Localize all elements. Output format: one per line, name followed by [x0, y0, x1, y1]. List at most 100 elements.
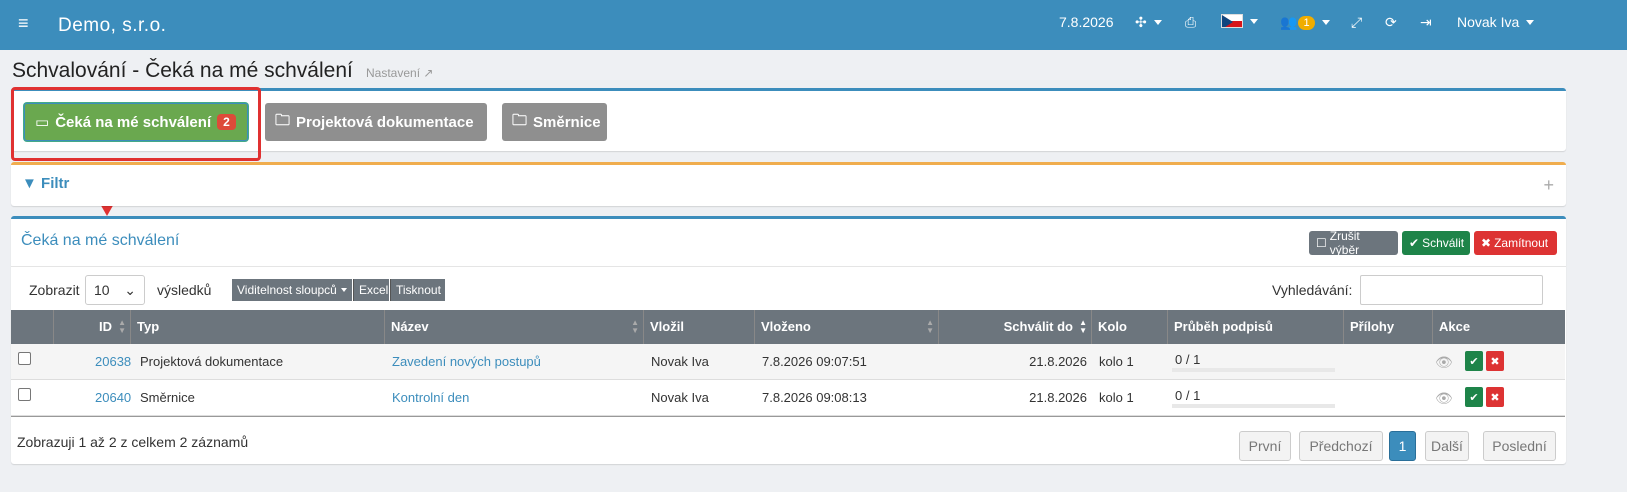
page-last-button[interactable]: Poslední	[1483, 431, 1556, 461]
row-author: Novak Iva	[651, 390, 709, 405]
users-dropdown[interactable]: 👥 1	[1280, 14, 1330, 31]
row-round: kolo 1	[1099, 354, 1134, 369]
approve-label: Schválit	[1422, 236, 1465, 250]
filter-label: Filtr	[41, 175, 70, 192]
reject-row-icon[interactable]: ✖	[1486, 351, 1504, 371]
row-checkbox[interactable]	[18, 352, 31, 365]
col-round[interactable]: Kolo	[1092, 310, 1168, 344]
row-progress-text: 0 / 1	[1175, 388, 1201, 403]
table-row: 20640 Směrnice Kontrolní den Novak Iva 7…	[11, 380, 1565, 416]
column-visibility-button[interactable]: Viditelnost sloupců	[232, 279, 352, 301]
search-input[interactable]	[1360, 275, 1543, 305]
page-next-button[interactable]: Další	[1425, 431, 1469, 461]
page-size-select[interactable]: 10 ⌄	[85, 275, 145, 305]
col-id[interactable]: ID ▲ ▼	[54, 310, 131, 344]
folder-icon: 🗀	[512, 111, 528, 129]
excel-button[interactable]: Excel	[353, 279, 389, 301]
col-id-label: ID	[99, 319, 112, 334]
reject-button[interactable]: ✖ Zamítnout	[1474, 231, 1557, 255]
page-prev-button[interactable]: Předchozí	[1299, 431, 1383, 461]
row-id[interactable]: 20640	[95, 390, 131, 405]
current-date: 7.8.2026	[1059, 14, 1114, 30]
approve-row-icon[interactable]: ✔	[1465, 387, 1483, 407]
row-id[interactable]: 20638	[95, 354, 131, 369]
print-icon[interactable]: ⎙	[1185, 14, 1196, 31]
users-badge: 1	[1298, 15, 1315, 30]
col-actions: Akce	[1439, 319, 1471, 334]
sort-icon: ▲ ▼	[118, 318, 126, 335]
settings-label: Nastavení	[366, 66, 421, 80]
check-icon: ✔	[1409, 236, 1420, 250]
view-icon[interactable]: 👁	[1435, 390, 1453, 407]
user-menu[interactable]: Novak Iva	[1457, 14, 1535, 30]
sort-icon: ▲ ▼	[926, 318, 934, 335]
col-progress[interactable]: Průběh podpisů	[1168, 310, 1344, 344]
settings-link[interactable]: Nastavení ↗	[366, 66, 433, 80]
sort-asc-icon: ▲ ▼	[1079, 318, 1087, 335]
tab-directives-label: Směrnice	[533, 113, 601, 131]
row-inserted: 7.8.2026 09:08:13	[762, 390, 867, 405]
brand-name[interactable]: Demo, s.r.o.	[58, 15, 166, 37]
close-icon: ✖	[1481, 236, 1492, 250]
signature-progress-bar	[1172, 404, 1335, 408]
col-inserted-label: Vloženo	[761, 319, 811, 334]
reject-row-icon[interactable]: ✖	[1486, 387, 1504, 407]
col-name-label: Název	[391, 319, 429, 334]
col-select	[11, 310, 54, 344]
row-type: Projektová dokumentace	[140, 354, 284, 369]
row-progress-text: 0 / 1	[1175, 352, 1201, 367]
col-name[interactable]: Název ▲ ▼	[385, 310, 644, 344]
puzzle-dropdown[interactable]: ✣	[1135, 14, 1162, 31]
approve-button[interactable]: ✔ Schválit	[1402, 231, 1470, 255]
square-icon: ☐	[1316, 236, 1327, 250]
row-author: Novak Iva	[651, 354, 709, 369]
refresh-icon[interactable]: ⟳	[1385, 14, 1397, 31]
col-author[interactable]: Vložil	[644, 310, 755, 344]
col-inserted[interactable]: Vloženo ▲ ▼	[755, 310, 939, 344]
view-icon[interactable]: 👁	[1435, 354, 1453, 371]
page-current-button[interactable]: 1	[1389, 431, 1416, 461]
signature-progress-bar	[1172, 368, 1335, 372]
page-size-value: 10	[94, 282, 110, 298]
language-dropdown[interactable]	[1221, 14, 1258, 28]
page-first-button[interactable]: První	[1239, 431, 1291, 461]
row-deadline: 21.8.2026	[1029, 390, 1087, 405]
col-deadline[interactable]: Schválit do ▲ ▼	[939, 310, 1092, 344]
list-title: Čeká na mé schválení	[21, 232, 180, 249]
row-inserted: 7.8.2026 09:07:51	[762, 354, 867, 369]
top-navbar: ≡ Demo, s.r.o. 7.8.2026 ✣ ⎙ 👥 1 ⤢ ⟳ ⇥ No…	[0, 0, 1627, 50]
hamburger-icon[interactable]: ≡	[18, 13, 29, 34]
reject-label: Zamítnout	[1494, 236, 1549, 250]
row-name[interactable]: Zavedení nových postupů	[392, 354, 541, 369]
divider	[11, 266, 1566, 267]
row-checkbox[interactable]	[18, 388, 31, 401]
row-type: Směrnice	[140, 390, 195, 405]
column-visibility-label: Viditelnost sloupců	[237, 283, 337, 297]
filter-toggle[interactable]: ▼ Filtr	[22, 175, 69, 192]
row-name[interactable]: Kontrolní den	[392, 390, 469, 405]
results-label: výsledků	[157, 282, 212, 298]
row-deadline: 21.8.2026	[1029, 354, 1087, 369]
sort-icon: ▲ ▼	[631, 318, 639, 335]
fullscreen-icon[interactable]: ⤢	[1351, 14, 1362, 31]
row-round: kolo 1	[1099, 390, 1134, 405]
folder-icon: 🗀	[275, 111, 291, 129]
filter-box[interactable]: ▼ Filtr +	[11, 162, 1566, 206]
filter-icon: ▼	[22, 175, 37, 192]
search-label: Vyhledávání:	[1272, 282, 1353, 298]
page-title: Schvalování - Čeká na mé schválení	[12, 59, 353, 82]
col-attachments[interactable]: Přílohy	[1344, 310, 1433, 344]
tab-project-documentation[interactable]: 🗀 Projektová dokumentace	[265, 103, 487, 141]
highlight-annotation	[11, 87, 261, 161]
user-name: Novak Iva	[1457, 14, 1520, 30]
tab-directives[interactable]: 🗀 Směrnice	[502, 103, 607, 141]
clear-selection-button[interactable]: ☐ Zrušit výběr	[1309, 229, 1398, 257]
sign-out-icon[interactable]: ⇥	[1420, 14, 1432, 31]
clear-selection-label: Zrušit výběr	[1329, 229, 1360, 257]
puzzle-icon: ✣	[1135, 14, 1147, 30]
approve-row-icon[interactable]: ✔	[1465, 351, 1483, 371]
col-deadline-label: Schválit do	[1003, 319, 1073, 334]
print-button[interactable]: Tisknout	[390, 279, 445, 301]
expand-icon[interactable]: +	[1543, 175, 1554, 196]
col-type[interactable]: Typ	[131, 310, 385, 344]
